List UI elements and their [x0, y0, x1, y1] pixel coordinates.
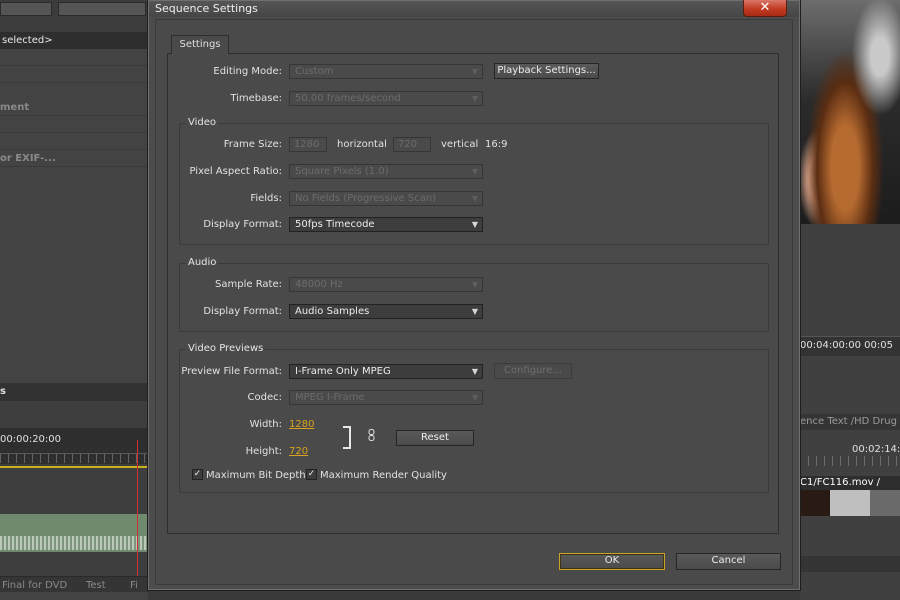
editing-mode-dropdown[interactable]: Custom ▼ — [289, 64, 483, 79]
audio-display-format-dropdown[interactable]: Audio Samples ▼ — [289, 304, 483, 319]
selection-header: selected> — [0, 33, 148, 49]
preview-file-format-value: I-Frame Only MPEG — [295, 366, 391, 377]
audio-waveform — [0, 536, 148, 550]
frame-size-label: Frame Size: — [223, 139, 282, 150]
property-row[interactable] — [0, 116, 148, 133]
fields-label: Fields: — [250, 193, 282, 204]
preview-width-label: Width: — [249, 419, 282, 430]
horizontal-label: horizontal — [337, 139, 387, 150]
preview-width-value[interactable]: 1280 — [289, 419, 314, 430]
audio-display-format-value: Audio Samples — [295, 306, 370, 317]
pixel-aspect-ratio-dropdown[interactable]: Square Pixels (1.0) ▼ — [289, 164, 483, 179]
property-row[interactable]: or EXIF-... — [0, 150, 148, 167]
dialog-titlebar[interactable]: Sequence Settings ✕ — [149, 0, 799, 17]
property-row[interactable] — [0, 66, 148, 83]
work-area-bar[interactable] — [0, 466, 148, 468]
toolbar-field[interactable] — [0, 2, 52, 16]
left-toolbar — [0, 0, 148, 33]
max-render-quality-checkbox[interactable]: ✓ — [306, 469, 317, 480]
frame-width-field[interactable]: 1280 — [289, 137, 327, 152]
chevron-down-icon: ▼ — [471, 94, 478, 103]
max-render-quality-label[interactable]: Maximum Render Quality — [320, 470, 447, 481]
clip-label[interactable]: C1/FC116.mov / — [800, 476, 900, 490]
configure-button[interactable]: Configure... — [494, 363, 572, 379]
program-monitor-video — [800, 0, 900, 224]
editing-mode-value: Custom — [295, 66, 334, 77]
audio-group: Audio — [179, 257, 769, 332]
sequence-tab[interactable]: Fi — [130, 580, 138, 591]
video-group-title: Video — [186, 117, 219, 128]
close-button[interactable]: ✕ — [743, 0, 787, 17]
property-row[interactable]: ment — [0, 99, 148, 116]
playback-settings-button[interactable]: Playback Settings... — [494, 63, 599, 79]
video-display-format-value: 50fps Timecode — [295, 219, 375, 230]
chevron-down-icon: ▼ — [471, 167, 478, 176]
sequence-tab[interactable]: ence Text /HD Drug R — [800, 414, 900, 430]
codec-label: Codec: — [247, 392, 282, 403]
fields-value: No Fields (Progressive Scan) — [295, 193, 437, 204]
codec-value: MPEG I-Frame — [295, 392, 365, 403]
check-icon: ✓ — [307, 469, 316, 479]
pixel-aspect-ratio-value: Square Pixels (1.0) — [295, 166, 389, 177]
max-bit-depth-label[interactable]: Maximum Bit Depth — [206, 470, 306, 481]
bottom-bar — [800, 556, 900, 572]
check-icon: ✓ — [193, 469, 202, 479]
sequence-tab[interactable]: Final for DVD — [2, 580, 67, 591]
link-bracket — [343, 426, 351, 449]
close-icon: ✕ — [759, 0, 771, 15]
tab-settings[interactable]: Settings — [171, 35, 229, 54]
ok-button[interactable]: OK — [559, 553, 665, 570]
left-panel-background: selected> ment or EXIF-... s 00:00:20:00… — [0, 0, 148, 600]
editing-mode-label: Editing Mode: — [213, 66, 282, 77]
right-panel-background: 00:04:00:00 00:05 ence Text /HD Drug R 0… — [800, 0, 900, 600]
pixel-aspect-ratio-label: Pixel Aspect Ratio: — [189, 166, 283, 177]
chevron-down-icon: ▼ — [471, 307, 478, 316]
toolbar-field-2[interactable] — [58, 2, 146, 16]
vertical-label: vertical — [441, 139, 479, 150]
video-previews-group-title: Video Previews — [186, 343, 266, 354]
preview-height-value[interactable]: 720 — [289, 446, 308, 457]
link-icon[interactable] — [368, 429, 375, 444]
audio-group-title: Audio — [186, 257, 219, 268]
timebase-value: 50.00 frames/second — [295, 93, 401, 104]
property-row[interactable] — [0, 133, 148, 150]
timeline-timecode[interactable]: 00:02:14:2 — [852, 444, 900, 455]
codec-dropdown[interactable]: MPEG I-Frame ▼ — [289, 390, 483, 405]
aspect-ratio-text: 16:9 — [485, 139, 508, 150]
timeline-ruler[interactable] — [0, 453, 148, 463]
sequence-tab[interactable]: Test — [86, 580, 106, 591]
playhead[interactable] — [137, 440, 138, 576]
sequence-settings-dialog: Sequence Settings ✕ Settings Editing Mod… — [148, 0, 800, 590]
preview-height-label: Height: — [245, 446, 282, 457]
property-row[interactable] — [0, 49, 148, 66]
preview-file-format-label: Preview File Format: — [181, 366, 282, 377]
sequence-tabs: Final for DVD Test Fi — [0, 576, 148, 592]
chevron-down-icon: ▼ — [471, 367, 478, 376]
monitor-timecode[interactable]: 00:04:00:00 00:05 — [800, 340, 900, 351]
sample-rate-value: 48000 Hz — [295, 279, 343, 290]
chevron-down-icon: ▼ — [471, 220, 478, 229]
timebase-dropdown[interactable]: 50.00 frames/second ▼ — [289, 91, 483, 106]
clip-thumbnail[interactable] — [800, 490, 900, 516]
sample-rate-dropdown[interactable]: 48000 Hz ▼ — [289, 277, 483, 292]
timebase-label: Timebase: — [230, 93, 282, 104]
timeline-ruler[interactable] — [800, 456, 900, 466]
reset-button[interactable]: Reset — [396, 430, 474, 446]
sample-rate-label: Sample Rate: — [215, 279, 282, 290]
cancel-button[interactable]: Cancel — [676, 553, 781, 570]
preview-file-format-dropdown[interactable]: I-Frame Only MPEG ▼ — [289, 364, 483, 379]
dialog-title: Sequence Settings — [155, 2, 258, 15]
chevron-down-icon: ▼ — [471, 194, 478, 203]
chevron-down-icon: ▼ — [471, 393, 478, 402]
video-display-format-dropdown[interactable]: 50fps Timecode ▼ — [289, 217, 483, 232]
video-display-format-label: Display Format: — [203, 219, 282, 230]
fields-dropdown[interactable]: No Fields (Progressive Scan) ▼ — [289, 191, 483, 206]
max-bit-depth-checkbox[interactable]: ✓ — [192, 469, 203, 480]
audio-display-format-label: Display Format: — [203, 306, 282, 317]
chevron-down-icon: ▼ — [471, 280, 478, 289]
panel-header: s — [0, 383, 148, 401]
frame-height-field[interactable]: 720 — [393, 137, 431, 152]
timeline-timecode[interactable]: 00:00:20:00 — [0, 434, 61, 445]
chevron-down-icon: ▼ — [471, 67, 478, 76]
